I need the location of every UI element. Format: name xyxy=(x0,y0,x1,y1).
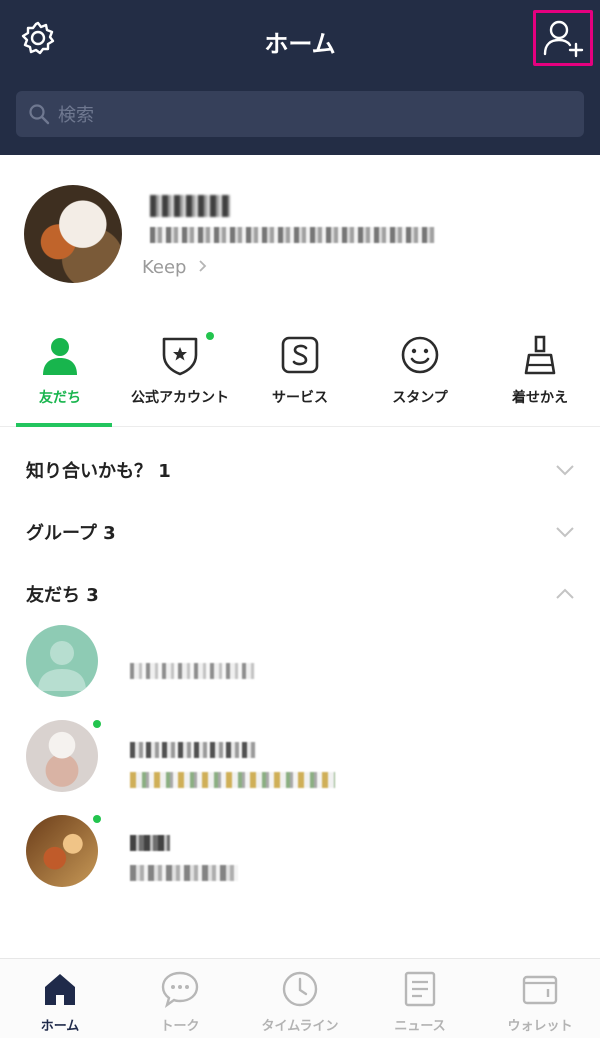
list-item[interactable] xyxy=(0,625,600,715)
nav-home[interactable]: ホーム xyxy=(0,959,120,1038)
nav-timeline[interactable]: タイムライン xyxy=(240,959,360,1038)
chat-icon xyxy=(160,969,200,1009)
shield-star-icon xyxy=(158,333,202,377)
nav-home-label: ホーム xyxy=(40,1019,80,1034)
smile-icon xyxy=(398,333,442,377)
search-input[interactable]: 検索 xyxy=(16,91,584,137)
tab-official-accounts[interactable]: 公式アカウント xyxy=(120,305,240,427)
tab-themes-label: 着せかえ xyxy=(512,390,568,406)
profile-name-redacted xyxy=(150,195,230,217)
nav-timeline-label: タイムライン xyxy=(261,1019,339,1034)
tab-services-label: サービス xyxy=(272,390,328,406)
add-friend-icon xyxy=(543,20,584,58)
section-suggested-friends[interactable]: 知り合いかも？ 1 xyxy=(0,441,600,497)
s-box-icon xyxy=(278,333,322,377)
profile-status-redacted xyxy=(150,227,435,243)
keep-label: Keep xyxy=(142,257,187,278)
chevron-up-icon xyxy=(554,583,576,605)
nav-wallet[interactable]: ウォレット xyxy=(480,959,600,1038)
active-tab-indicator xyxy=(16,423,112,427)
new-badge-dot xyxy=(206,332,214,340)
tab-official-accounts-label: 公式アカウント xyxy=(131,390,229,406)
brush-icon xyxy=(518,333,562,377)
tab-friends[interactable]: 友だち xyxy=(0,305,120,427)
search-icon xyxy=(29,104,50,125)
bottom-navigation: ホーム トーク タイムライン ニュース ウォレット xyxy=(0,958,600,1038)
page-title: ホーム xyxy=(264,30,336,58)
search-placeholder: 検索 xyxy=(58,105,94,126)
section-title: グループ 3 xyxy=(26,523,116,544)
wallet-icon xyxy=(520,969,560,1009)
avatar[interactable] xyxy=(24,185,122,283)
tab-stickers[interactable]: スタンプ xyxy=(360,305,480,427)
add-friend-button[interactable] xyxy=(533,10,593,66)
tab-friends-label: 友だち xyxy=(39,390,81,406)
section-title: 知り合いかも？ 1 xyxy=(26,461,171,482)
friend-name-redacted xyxy=(130,663,255,679)
friend-name-redacted xyxy=(130,742,256,758)
nav-talk-label: トーク xyxy=(160,1019,200,1034)
service-shortcuts: 友だち 公式アカウント サービス スタンプ 着せかえ xyxy=(0,305,600,427)
home-icon xyxy=(40,969,80,1009)
section-groups[interactable]: グループ 3 xyxy=(0,503,600,559)
news-icon xyxy=(400,969,440,1009)
friend-status-redacted xyxy=(130,772,335,788)
app-header: ホーム 検索 xyxy=(0,0,600,155)
avatar[interactable] xyxy=(26,720,98,792)
avatar[interactable] xyxy=(26,815,98,887)
chevron-right-icon xyxy=(198,257,207,278)
nav-news[interactable]: ニュース xyxy=(360,959,480,1038)
default-avatar-icon xyxy=(38,641,86,691)
list-item[interactable] xyxy=(0,720,600,810)
my-profile[interactable]: Keep xyxy=(0,155,600,305)
clock-icon xyxy=(280,969,320,1009)
nav-talk[interactable]: トーク xyxy=(120,959,240,1038)
list-item[interactable] xyxy=(0,815,600,905)
tab-stickers-label: スタンプ xyxy=(392,390,448,406)
friend-status-redacted xyxy=(130,865,238,881)
online-dot xyxy=(93,815,101,823)
chevron-down-icon xyxy=(554,459,576,481)
tab-themes[interactable]: 着せかえ xyxy=(480,305,600,427)
keep-link[interactable]: Keep xyxy=(142,257,207,278)
nav-news-label: ニュース xyxy=(394,1019,446,1034)
section-friends[interactable]: 友だち 3 xyxy=(0,565,600,621)
tab-services[interactable]: サービス xyxy=(240,305,360,427)
friend-name-redacted xyxy=(130,835,170,851)
chevron-down-icon xyxy=(554,521,576,543)
person-icon xyxy=(38,333,82,377)
avatar[interactable] xyxy=(26,625,98,697)
section-title: 友だち 3 xyxy=(26,585,99,606)
online-dot xyxy=(93,720,101,728)
nav-wallet-label: ウォレット xyxy=(507,1019,573,1034)
